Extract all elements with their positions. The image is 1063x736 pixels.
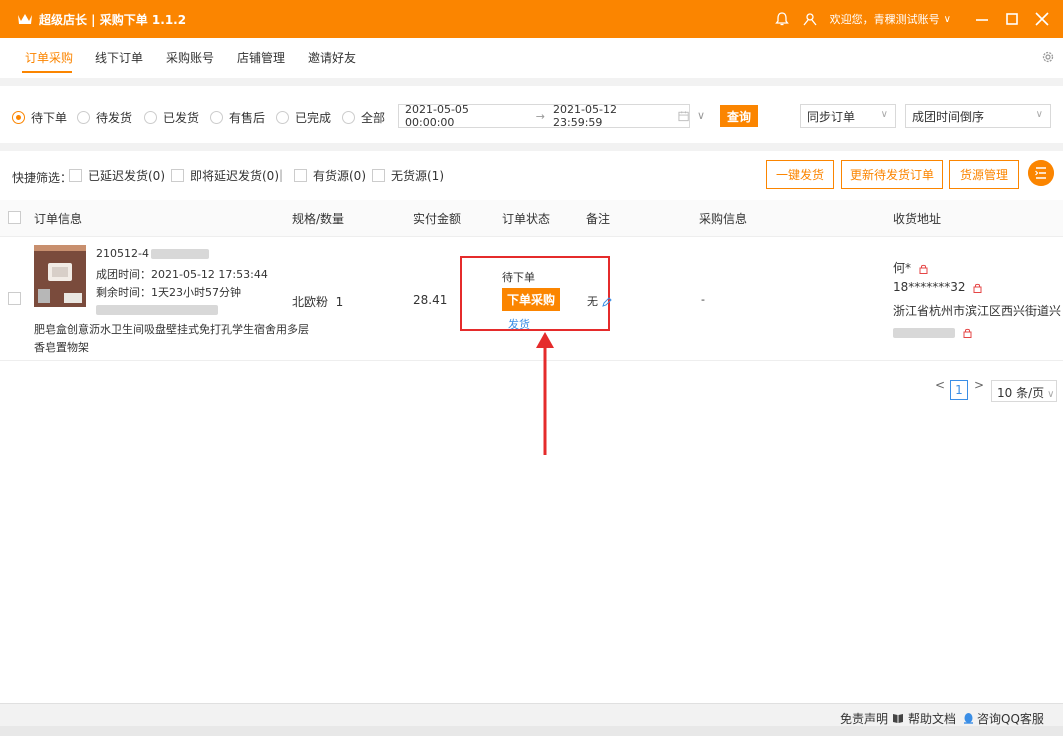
col-status: 订单状态 (502, 212, 551, 226)
menu-icon[interactable] (1028, 160, 1054, 186)
edit-icon[interactable] (601, 297, 612, 307)
close-icon[interactable] (1033, 11, 1051, 27)
order-id: 210512-4 (96, 247, 209, 260)
qq-icon (964, 713, 973, 724)
one-click-ship-button[interactable]: 一键发货 (766, 160, 834, 189)
tab-offline-orders[interactable]: 线下订单 (95, 49, 143, 66)
help-docs-link[interactable]: 帮助文档 (908, 710, 956, 727)
page-1-button[interactable]: 1 (950, 380, 968, 400)
quick-filter-label: 快捷筛选： (12, 171, 73, 185)
lock-icon[interactable] (963, 328, 972, 338)
maximize-icon[interactable] (1003, 11, 1021, 27)
divider (0, 143, 1063, 151)
crown-icon (18, 14, 32, 24)
checkbox-has-source[interactable]: 有货源(0) (294, 167, 366, 184)
col-purchase-info: 采购信息 (699, 212, 748, 226)
remaining-time: 剩余时间：1天23小时57分钟 (96, 286, 241, 299)
select-all-checkbox[interactable] (8, 211, 21, 224)
col-order-info: 订单信息 (34, 212, 83, 226)
minimize-icon[interactable] (973, 11, 991, 27)
col-spec-qty: 规格/数量 (292, 212, 345, 226)
checkbox-no-source[interactable]: 无货源(1) (372, 167, 444, 184)
date-start[interactable]: 2021-05-05 00:00:00 (405, 103, 514, 129)
group-time: 成团时间：2021-05-12 17:53:44 (96, 268, 268, 281)
radio-all[interactable]: 全部 (342, 109, 385, 126)
chevron-down-icon[interactable]: ∨ (697, 109, 705, 122)
recipient-address-redacted (893, 326, 972, 339)
active-tab-indicator (22, 71, 72, 73)
query-button[interactable]: 查询 (720, 105, 758, 127)
chevron-down-icon: ∨ (1047, 389, 1055, 400)
table-header: 订单信息 规格/数量 实付金额 订单状态 备注 采购信息 收货地址 (0, 200, 1063, 237)
main-nav: 订单采购 线下订单 采购账号 店铺管理 邀请好友 (0, 38, 1063, 78)
separator: | (279, 168, 284, 182)
recipient-address: 浙江省杭州市滨江区西兴街道兴 (893, 304, 1062, 318)
radio-completed[interactable]: 已完成 (276, 109, 331, 126)
chevron-down-icon: ∨ (880, 109, 888, 120)
paid-amount: 28.41 (413, 293, 448, 307)
redacted-info (96, 303, 218, 316)
row-checkbox[interactable] (8, 292, 21, 305)
product-thumbnail[interactable] (34, 245, 86, 307)
welcome-text[interactable]: 欢迎您，青稞测试账号 (830, 11, 940, 27)
product-name-line2[interactable]: 香皂置物架 (34, 339, 89, 355)
chevron-down-icon[interactable]: ∨ (944, 14, 951, 25)
recipient-phone: 18*******32 (893, 280, 982, 294)
col-amount: 实付金额 (413, 212, 462, 226)
radio-pending-shipment[interactable]: 待发货 (77, 109, 132, 126)
prev-page-button[interactable]: < (935, 378, 945, 392)
annotation-arrow (536, 332, 554, 455)
col-note: 备注 (586, 212, 611, 226)
checkbox-delayed[interactable]: 已延迟发货(0) (69, 167, 165, 184)
note-value: 无 (587, 293, 612, 309)
date-end[interactable]: 2021-05-12 23:59:59 (553, 103, 662, 129)
lock-icon[interactable] (973, 283, 982, 293)
title-bar: 超级店长 | 采购下单 1.1.2 欢迎您，青稞测试账号 ∨ (0, 0, 1063, 38)
taskbar-strip (0, 726, 1063, 736)
product-name-line1[interactable]: 肥皂盒创意沥水卫生间吸盘壁挂式免打孔学生宿舍用多层 (34, 321, 309, 337)
source-management-button[interactable]: 货源管理 (949, 160, 1019, 189)
sort-select[interactable]: 成团时间倒序 ∨ (905, 104, 1051, 128)
filter-bar: 待下单 待发货 已发货 有售后 已完成 全部 2021-05-05 00:00:… (0, 93, 1063, 141)
date-range-picker[interactable]: 2021-05-05 00:00:00 → 2021-05-12 23:59:5… (398, 103, 690, 129)
tab-purchase-accounts[interactable]: 采购账号 (166, 49, 214, 66)
qq-support-link[interactable]: 咨询QQ客服 (977, 710, 1044, 727)
col-address: 收货地址 (893, 212, 942, 226)
spec-qty: 北欧粉 1 (292, 295, 344, 309)
bell-icon[interactable] (774, 11, 790, 27)
disclaimer-link[interactable]: 免责声明 (840, 710, 888, 727)
sync-orders-select[interactable]: 同步订单 ∨ (800, 104, 896, 128)
purchase-info: - (701, 293, 705, 306)
radio-shipped[interactable]: 已发货 (144, 109, 199, 126)
place-purchase-order-button[interactable]: 下单采购 (502, 288, 560, 311)
checkbox-soon-delayed[interactable]: 即将延迟发货(0) (171, 167, 279, 184)
gear-icon[interactable] (1041, 50, 1055, 64)
update-pending-orders-button[interactable]: 更新待发货订单 (841, 160, 943, 189)
quick-filter-bar: 快捷筛选： 已延迟发货(0) 即将延迟发货(0) | 有货源(0) 无货源(1)… (0, 155, 1063, 199)
lock-icon[interactable] (919, 264, 928, 274)
page-size-select[interactable]: 10 条/页 ∨ (991, 380, 1057, 402)
divider (0, 78, 1063, 86)
next-page-button[interactable]: > (974, 378, 984, 392)
tab-order-purchase[interactable]: 订单采购 (25, 49, 73, 66)
calendar-icon[interactable] (678, 110, 689, 122)
ship-link[interactable]: 发货 (508, 316, 530, 332)
date-arrow: → (535, 109, 546, 123)
chevron-down-icon: ∨ (1035, 109, 1043, 120)
book-icon (893, 714, 903, 723)
user-icon[interactable] (802, 11, 818, 27)
order-status: 待下单 (502, 271, 535, 284)
app-title: 超级店长 | 采购下单 1.1.2 (39, 12, 187, 27)
tab-invite-friends[interactable]: 邀请好友 (308, 49, 356, 66)
radio-pending-order[interactable]: 待下单 (12, 109, 67, 126)
recipient-name: 何* (893, 259, 928, 276)
tab-shop-management[interactable]: 店铺管理 (237, 49, 285, 66)
radio-after-sales[interactable]: 有售后 (210, 109, 265, 126)
